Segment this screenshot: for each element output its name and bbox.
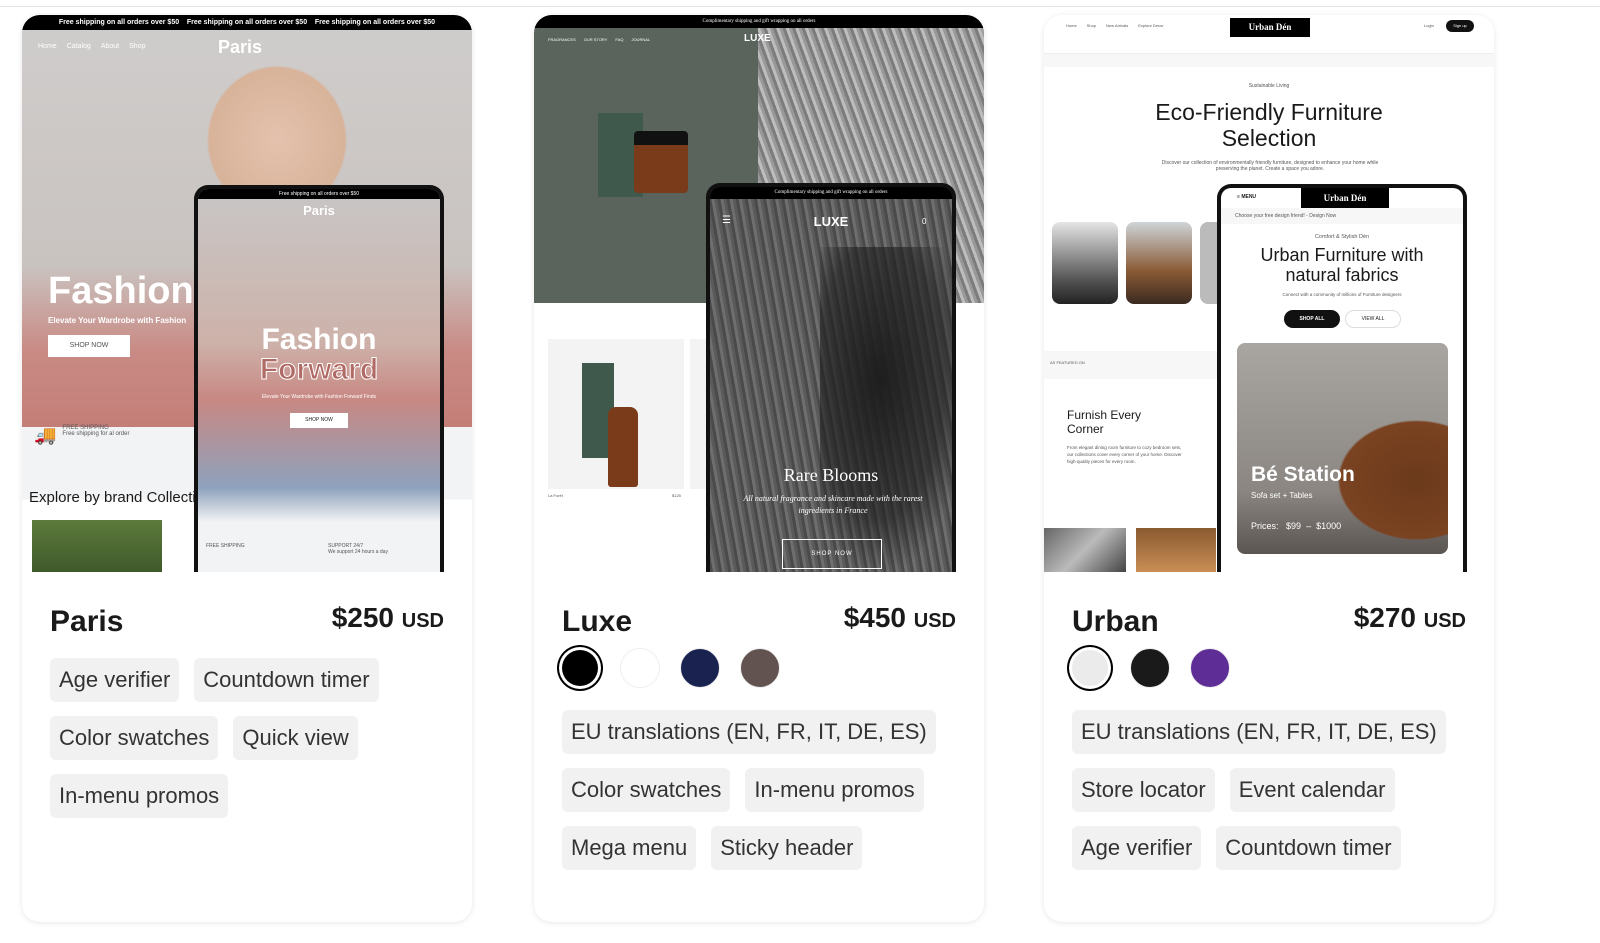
color-swatches: [1070, 648, 1230, 688]
mobile-hero-title: Urban Furniture with natural fabrics: [1260, 245, 1424, 285]
hero-title: Eco-Friendly Furniture Selection: [1155, 99, 1383, 151]
nav-menu: Home Catalog About Shop: [38, 43, 146, 50]
feature-tag: Countdown timer: [1216, 826, 1401, 870]
theme-preview[interactable]: Free shipping on all orders over $50 Fre…: [22, 15, 472, 572]
hero-subtitle: Discover our collection of environmental…: [1161, 160, 1379, 172]
mobile-hero-subtitle: Elevate Your Wardrobe with Fashion Forwa…: [261, 394, 377, 400]
collection-image: [32, 520, 162, 572]
product-card: [1126, 222, 1192, 304]
swatch-navy[interactable]: [680, 648, 720, 688]
gallery-image: [1044, 528, 1126, 572]
feature-tag: Sticky header: [711, 826, 863, 870]
announcement-bar: Complimentary shipping and gift wrapping…: [534, 15, 984, 28]
mobile-preview: Complimentary shipping and gift wrapping…: [706, 183, 956, 572]
theme-price: $450 USD: [843, 602, 956, 633]
feature-tag: EU translations (EN, FR, IT, DE, ES): [562, 710, 936, 754]
feature-tag: Color swatches: [50, 716, 219, 760]
hero-figure: [820, 247, 952, 572]
mobile-logo: Paris: [303, 203, 335, 218]
theme-card-urban[interactable]: Home Shop New Arrivals Explore Decor Urban …: [1044, 15, 1494, 922]
theme-name[interactable]: Urban: [1072, 605, 1159, 639]
hero-subtitle: Elevate Your Wardrobe with Fashion: [48, 316, 187, 325]
cart-count: 0: [922, 217, 927, 226]
swatch-black[interactable]: [1130, 648, 1170, 688]
theme-name[interactable]: Paris: [50, 605, 123, 639]
feature-tag: Color swatches: [562, 768, 731, 812]
signup-button: Sign up: [1446, 20, 1474, 32]
theme-card-paris[interactable]: Free shipping on all orders over $50 Fre…: [22, 15, 472, 922]
mobile-logo: LUXE: [813, 214, 849, 229]
hero-title: Fashion: [48, 270, 194, 312]
mobile-hero-subtitle: Connect with a community of millions of …: [1282, 292, 1402, 297]
mobile-preview: ≡ MENU Urban Dén Choose your free design…: [1217, 184, 1467, 572]
nav-menu: Home Shop New Arrivals Explore Decor: [1066, 23, 1164, 28]
product-name: La Forêt: [548, 493, 563, 498]
shop-all-button: SHOP ALL: [1284, 310, 1340, 328]
section-title: Explore by brand Collection: [29, 489, 213, 506]
section-text: From elegant dining room furniture to co…: [1067, 445, 1182, 464]
feature-tags: EU translations (EN, FR, IT, DE, ES) Col…: [562, 710, 962, 870]
mobile-shop-now-button: SHOP NOW: [290, 413, 348, 428]
color-swatches: [560, 648, 780, 688]
mobile-hero-title: Fashion Forward: [259, 323, 379, 386]
logo: LUXE: [744, 33, 771, 44]
feature-tag: Mega menu: [562, 826, 697, 870]
logo: Urban Dén: [1230, 18, 1310, 37]
feature-tag: Quick view: [233, 716, 358, 760]
swatch-white[interactable]: [620, 648, 660, 688]
mobile-announcement-bar: Complimentary shipping and gift wrapping…: [710, 187, 952, 199]
mobile-preview: Free shipping on all orders over $50 Par…: [194, 185, 444, 572]
product-jar: [634, 131, 688, 193]
theme-card-luxe[interactable]: Complimentary shipping and gift wrapping…: [534, 15, 984, 922]
marquee: [1044, 53, 1494, 67]
promo-banner: Bé Station Sofa set + Tables Prices: $99…: [1237, 343, 1448, 554]
mobile-menu: ≡ MENU: [1237, 194, 1257, 200]
swatch-purple[interactable]: [1190, 648, 1230, 688]
mobile-shop-now-button: SHOP NOW: [782, 539, 882, 569]
product-price: $125: [672, 493, 681, 498]
feature-tag: Countdown timer: [194, 658, 379, 702]
view-all-button: VIEW ALL: [1345, 310, 1401, 328]
feature-tag: In-menu promos: [50, 774, 229, 818]
swatch-brown[interactable]: [740, 648, 780, 688]
mobile-feature-support: SUPPORT 24/7 We support 24 hours a day: [328, 543, 388, 555]
feature-shipping: 🚚 FREE SHIPPING Free shipping for al order: [34, 425, 130, 445]
announcement-bar: Free shipping on all orders over $50 Fre…: [22, 15, 472, 30]
feature-tags: Age verifier Countdown timer Color swatc…: [50, 658, 410, 818]
mobile-announcement-bar: Free shipping on all orders over $50: [198, 189, 440, 199]
truck-icon: 🚚: [34, 425, 57, 445]
theme-preview[interactable]: Home Shop New Arrivals Explore Decor Urban …: [1044, 15, 1494, 572]
mobile-logo: Urban Dén: [1301, 188, 1389, 208]
feature-tag: Store locator: [1072, 768, 1215, 812]
mobile-hero-title: Rare Blooms: [783, 465, 879, 485]
mobile-hero-subtitle: All natural fragrance and skincare made …: [743, 494, 923, 515]
divider: [0, 6, 1600, 7]
login-link: Login: [1424, 23, 1434, 28]
theme-price: $250 USD: [331, 602, 444, 633]
theme-name[interactable]: Luxe: [562, 605, 632, 639]
hero-eyebrow: Sustainable Living: [1248, 83, 1290, 89]
logo: Paris: [218, 37, 263, 57]
feature-tags: EU translations (EN, FR, IT, DE, ES) Sto…: [1072, 710, 1472, 870]
feature-tag: EU translations (EN, FR, IT, DE, ES): [1072, 710, 1446, 754]
mobile-marquee: Choose your free design friend! - Design…: [1221, 208, 1463, 224]
mobile-eyebrow: Comfort & Stylish Dén: [1314, 234, 1370, 240]
theme-preview[interactable]: Complimentary shipping and gift wrapping…: [534, 15, 984, 572]
featured-bar: AS FEATURED ON: [1044, 351, 1244, 379]
section-title: Furnish Every Corner: [1067, 408, 1142, 436]
product-bottle: [608, 407, 638, 487]
theme-price: $270 USD: [1353, 602, 1466, 633]
feature-tag: In-menu promos: [745, 768, 924, 812]
mobile-feature-shipping: FREE SHIPPING: [206, 543, 245, 549]
gallery-image: [1136, 528, 1216, 572]
feature-tag: Age verifier: [1072, 826, 1202, 870]
feature-tag: Age verifier: [50, 658, 180, 702]
product-card: [1052, 222, 1118, 304]
swatch-light-gray[interactable]: [1072, 650, 1108, 686]
feature-tag: Event calendar: [1229, 768, 1395, 812]
shop-now-button: SHOP NOW: [48, 335, 130, 357]
nav-menu: FRAGRANCES OUR STORY FAQ JOURNAL: [548, 37, 651, 42]
swatch-black[interactable]: [562, 650, 598, 686]
